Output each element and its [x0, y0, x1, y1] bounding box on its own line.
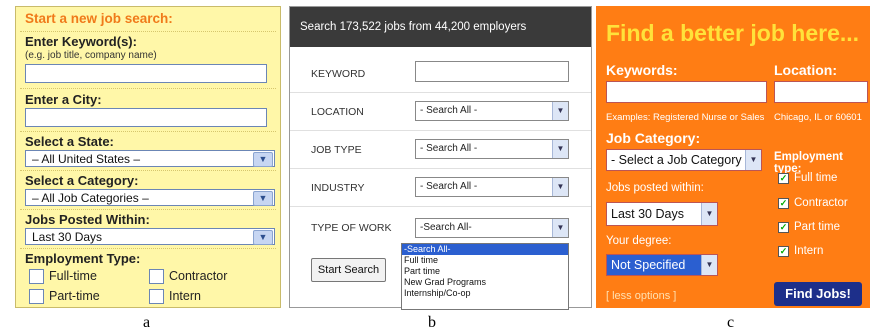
form-title: Start a new job search:	[25, 11, 173, 26]
chevron-down-icon[interactable]: ▼	[552, 102, 568, 120]
keywords-label: Keywords:	[606, 62, 678, 78]
caption-b: b	[428, 314, 436, 331]
industry-select-value: - Search All -	[420, 181, 478, 192]
state-label: Select a State:	[25, 134, 114, 149]
divider	[20, 248, 276, 249]
less-options-link[interactable]: [ less options ]	[606, 290, 676, 302]
state-select-value: – All United States –	[32, 152, 141, 166]
category-select[interactable]: - Select a Job Category - ▼	[606, 149, 762, 171]
divider	[290, 206, 591, 207]
city-input[interactable]	[25, 108, 267, 127]
city-label: Enter a City:	[25, 92, 102, 107]
location-select[interactable]: - Search All - ▼	[415, 101, 569, 121]
dropdown-option[interactable]: -Search All-	[402, 244, 568, 255]
chevron-down-icon[interactable]: ▼	[253, 152, 273, 167]
keyword-label: KEYWORD	[311, 68, 366, 80]
keyword-input[interactable]	[25, 64, 267, 83]
search-header: Search 173,522 jobs from 44,200 employer…	[290, 7, 591, 47]
category-select[interactable]: – All Job Categories – ▼	[25, 189, 275, 206]
dropdown-option[interactable]: Internship/Co-op	[402, 288, 568, 299]
location-label: Location:	[774, 62, 837, 78]
parttime-checkbox[interactable]	[29, 289, 44, 304]
contractor-checkbox[interactable]: ✓	[778, 198, 789, 209]
job-search-form-c: Find a better job here... Keywords: Loca…	[596, 6, 870, 308]
location-label: LOCATION	[311, 106, 364, 118]
keyword-hint: (e.g. job title, company name)	[25, 50, 157, 61]
chevron-down-icon[interactable]: ▼	[552, 219, 568, 237]
divider	[290, 130, 591, 131]
category-select-value: - Select a Job Category -	[611, 153, 750, 167]
jobtype-select-value: - Search All -	[420, 143, 478, 154]
jobtype-label: JOB TYPE	[311, 144, 362, 156]
contractor-label: Contractor	[794, 197, 848, 209]
category-label: Job Category:	[606, 130, 701, 146]
chevron-down-icon[interactable]: ▼	[253, 230, 273, 245]
work-select[interactable]: -Search All- ▼	[415, 218, 569, 238]
chevron-down-icon[interactable]: ▼	[253, 191, 273, 206]
keyword-label: Enter Keyword(s):	[25, 34, 137, 49]
posted-select-value: Last 30 Days	[32, 230, 103, 244]
posted-select[interactable]: Last 30 Days ▼	[25, 228, 275, 245]
form-title: Find a better job here...	[606, 20, 860, 46]
fulltime-checkbox[interactable]	[29, 269, 44, 284]
divider	[20, 131, 276, 132]
industry-select[interactable]: - Search All - ▼	[415, 177, 569, 197]
parttime-label: Part time	[794, 221, 841, 233]
employment-label: Employment Type:	[25, 251, 141, 266]
state-select[interactable]: – All United States – ▼	[25, 150, 275, 167]
caption-c: c	[727, 314, 735, 331]
contractor-checkbox[interactable]	[149, 269, 164, 284]
intern-label: Intern	[169, 289, 201, 303]
divider	[20, 209, 276, 210]
dropdown-option[interactable]: Full time	[402, 255, 568, 266]
contractor-label: Contractor	[169, 269, 228, 283]
posted-label: Jobs Posted Within:	[25, 212, 150, 227]
intern-label: Intern	[794, 245, 824, 257]
location-hint: Chicago, IL or 60601	[774, 112, 862, 123]
caption-a: a	[143, 314, 151, 331]
posted-select[interactable]: Last 30 Days ▼	[606, 202, 718, 226]
parttime-label: Part-time	[49, 289, 100, 303]
fulltime-label: Full time	[794, 172, 838, 184]
location-input[interactable]	[774, 81, 868, 103]
divider	[20, 88, 276, 89]
chevron-down-icon[interactable]: ▼	[745, 150, 761, 170]
intern-checkbox[interactable]: ✓	[778, 246, 789, 257]
divider	[20, 170, 276, 171]
parttime-checkbox[interactable]: ✓	[778, 222, 789, 233]
divider	[290, 168, 591, 169]
chevron-down-icon[interactable]: ▼	[552, 178, 568, 196]
work-select-value: -Search All-	[420, 222, 472, 233]
keyword-input[interactable]	[415, 61, 569, 82]
dropdown-option[interactable]: Part time	[402, 266, 568, 277]
divider	[290, 92, 591, 93]
job-search-form-b: Search 173,522 jobs from 44,200 employer…	[289, 6, 592, 310]
degree-label: Your degree:	[606, 235, 672, 247]
fulltime-checkbox[interactable]: ✓	[778, 173, 789, 184]
degree-select-value: Not Specified	[611, 258, 686, 272]
location-select-value: - Search All -	[420, 105, 478, 116]
fulltime-label: Full-time	[49, 269, 97, 283]
chevron-down-icon[interactable]: ▼	[701, 203, 717, 225]
category-select-value: – All Job Categories –	[32, 191, 149, 205]
work-dropdown-list: -Search All- Full time Part time New Gra…	[401, 243, 569, 310]
keywords-input[interactable]	[606, 81, 767, 103]
find-jobs-button[interactable]: Find Jobs!	[774, 282, 862, 306]
chevron-down-icon[interactable]: ▼	[701, 255, 717, 275]
work-label: TYPE OF WORK	[311, 222, 392, 234]
start-search-button[interactable]: Start Search	[311, 258, 386, 282]
industry-label: INDUSTRY	[311, 182, 365, 194]
divider	[20, 31, 276, 32]
intern-checkbox[interactable]	[149, 289, 164, 304]
keywords-hint: Examples: Registered Nurse or Sales	[606, 112, 765, 123]
degree-select[interactable]: Not Specified ▼	[606, 254, 718, 276]
posted-select-value: Last 30 Days	[611, 207, 684, 221]
job-search-form-a: Start a new job search: Enter Keyword(s)…	[15, 6, 281, 308]
category-label: Select a Category:	[25, 173, 139, 188]
jobtype-select[interactable]: - Search All - ▼	[415, 139, 569, 159]
chevron-down-icon[interactable]: ▼	[552, 140, 568, 158]
dropdown-option[interactable]: New Grad Programs	[402, 277, 568, 288]
posted-label: Jobs posted within:	[606, 182, 704, 194]
